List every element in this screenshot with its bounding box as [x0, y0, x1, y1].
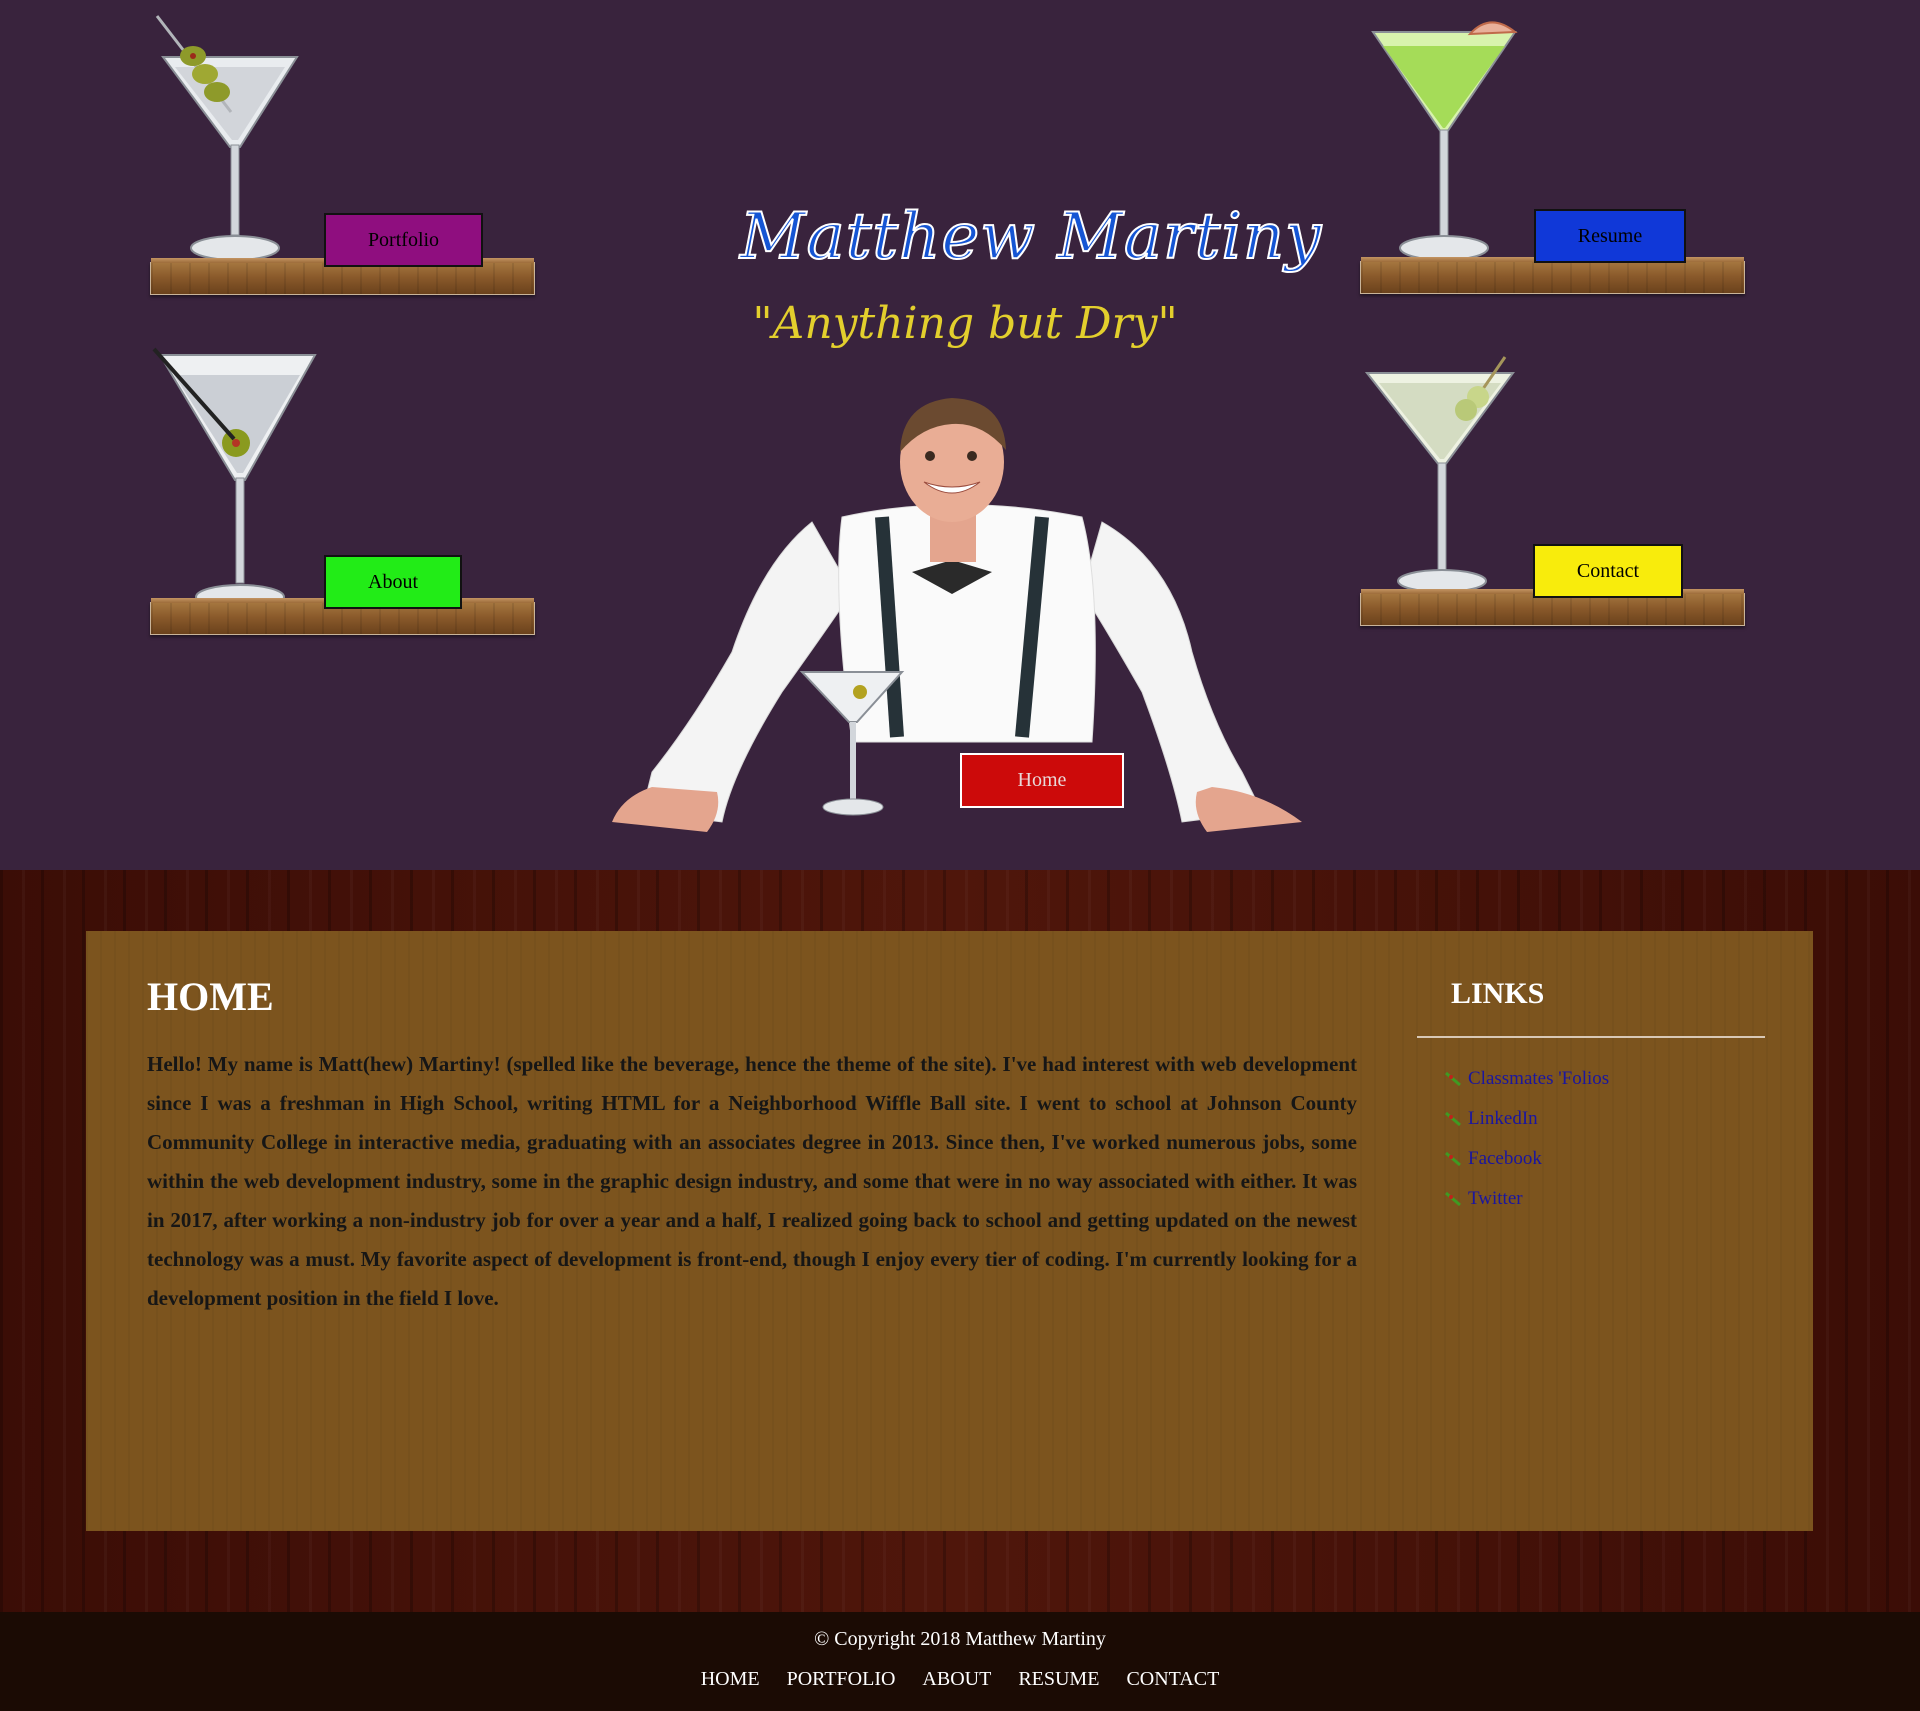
links-heading: LINKS: [1451, 977, 1545, 1010]
home-button[interactable]: Home: [960, 753, 1124, 808]
footer-link-about[interactable]: ABOUT: [922, 1668, 991, 1690]
list-item: Facebook: [1444, 1139, 1609, 1179]
martini-green-icon: [1365, 356, 1515, 593]
martini-pick-icon: [1445, 1071, 1461, 1087]
list-item: Classmates 'Folios: [1444, 1059, 1609, 1099]
martini-pick-icon: [1445, 1151, 1461, 1167]
link-facebook[interactable]: Facebook: [1468, 1148, 1542, 1170]
apple-martini-icon: [1371, 21, 1518, 261]
link-classmates-folios[interactable]: Classmates 'Folios: [1468, 1068, 1609, 1090]
martini-pick-icon: [1445, 1111, 1461, 1127]
site-header: Portfolio About Resume Contact Matthew M…: [0, 0, 1920, 870]
main-section: HOME Hello! My name is Matt(hew) Martiny…: [0, 870, 1920, 1612]
list-item: Twitter: [1444, 1179, 1609, 1219]
shelf: [1360, 257, 1745, 294]
footer-nav: HOME PORTFOLIO ABOUT RESUME CONTACT: [0, 1668, 1920, 1691]
site-footer: © Copyright 2018 Matthew Martiny HOME PO…: [0, 1612, 1920, 1711]
footer-link-portfolio[interactable]: PORTFOLIO: [787, 1668, 896, 1690]
site-title: Matthew Martiny: [739, 199, 1323, 275]
list-item: LinkedIn: [1444, 1099, 1609, 1139]
contact-button[interactable]: Contact: [1533, 544, 1683, 598]
site-tagline: "Anything but Dry": [752, 298, 1178, 349]
resume-button[interactable]: Resume: [1534, 209, 1686, 263]
content-panel: HOME Hello! My name is Matt(hew) Martiny…: [86, 931, 1813, 1531]
martini-pick-icon: [1445, 1191, 1461, 1207]
link-twitter[interactable]: Twitter: [1468, 1188, 1523, 1210]
links-list: Classmates 'Folios LinkedIn Facebook Twi…: [1444, 1059, 1609, 1219]
martini-olive-icon: [152, 347, 317, 610]
portfolio-button[interactable]: Portfolio: [324, 213, 483, 267]
intro-paragraph: Hello! My name is Matt(hew) Martiny! (sp…: [147, 1052, 1357, 1310]
page-heading: HOME: [147, 974, 274, 1019]
martini-olives-icon: [155, 15, 299, 261]
links-divider: [1417, 1036, 1765, 1038]
footer-link-resume[interactable]: RESUME: [1018, 1668, 1099, 1690]
footer-link-home[interactable]: HOME: [701, 1668, 760, 1690]
footer-link-contact[interactable]: CONTACT: [1126, 1668, 1219, 1690]
about-button[interactable]: About: [324, 555, 462, 609]
copyright-text: © Copyright 2018 Matthew Martiny: [814, 1628, 1106, 1650]
link-linkedin[interactable]: LinkedIn: [1468, 1108, 1538, 1130]
